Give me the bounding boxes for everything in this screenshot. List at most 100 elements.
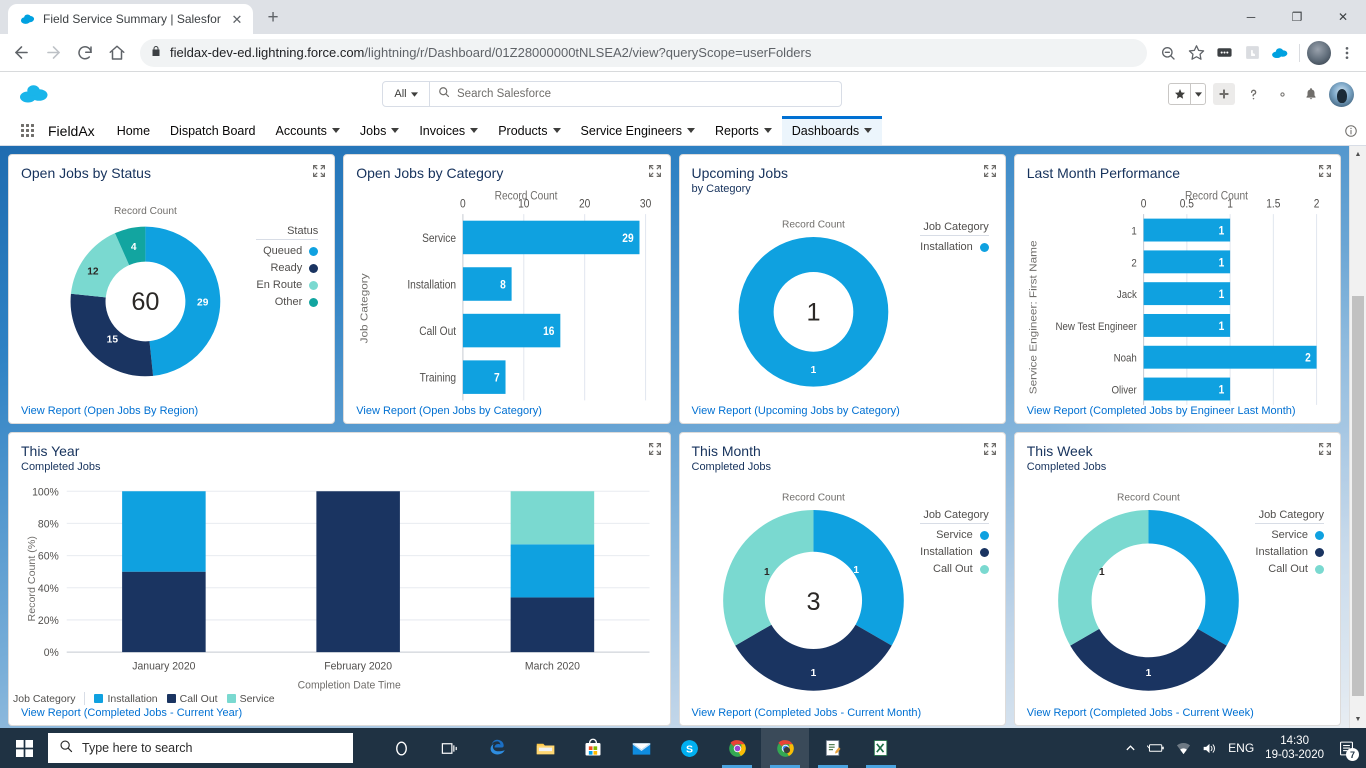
bar-segment[interactable]	[510, 491, 595, 545]
nav-item-home[interactable]: Home	[107, 116, 160, 145]
slice-installation[interactable]	[1069, 628, 1227, 691]
chrome-canary-icon[interactable]	[713, 728, 761, 768]
help-icon[interactable]	[1242, 83, 1264, 105]
setup-gear-icon[interactable]	[1271, 83, 1293, 105]
bar-segment[interactable]	[316, 491, 400, 653]
tab-close-icon[interactable]: ✕	[229, 11, 245, 27]
legend-item[interactable]: Call Out	[920, 561, 989, 578]
task-view-icon[interactable]	[425, 728, 473, 768]
notepad-icon[interactable]	[809, 728, 857, 768]
nav-item-reports[interactable]: Reports	[705, 116, 782, 145]
browser-tab[interactable]: Field Service Summary | Salesforce ✕	[8, 4, 253, 34]
three-dot-menu-icon[interactable]	[1334, 40, 1360, 66]
star-icon[interactable]	[1183, 40, 1209, 66]
microsoft-store-icon[interactable]	[569, 728, 617, 768]
add-icon[interactable]	[1213, 83, 1235, 105]
view-report-link[interactable]: View Report (Completed Jobs by Engineer …	[1027, 405, 1296, 417]
dashboard-card-upcoming-jobs[interactable]: Upcoming Jobs by Category Record Count 1…	[678, 154, 1006, 424]
salesforce-extension-icon[interactable]	[1267, 40, 1293, 66]
forward-arrow-icon[interactable]	[38, 38, 68, 68]
notifications-icon[interactable]: 7	[1335, 737, 1359, 761]
nav-item-invoices[interactable]: Invoices	[409, 116, 488, 145]
nav-item-dashboards[interactable]: Dashboards	[781, 116, 883, 145]
view-report-link[interactable]: View Report (Completed Jobs - Current Mo…	[692, 707, 922, 719]
legend-item[interactable]: Service	[1255, 527, 1324, 544]
cortana-icon[interactable]	[377, 728, 425, 768]
excel-icon[interactable]	[857, 728, 905, 768]
legend-item[interactable]: Installation	[920, 544, 989, 561]
expand-icon[interactable]	[648, 442, 661, 455]
nav-item-jobs[interactable]: Jobs	[350, 116, 409, 145]
global-search[interactable]: All Search Salesforce	[382, 81, 842, 107]
bar-segment[interactable]	[510, 597, 595, 653]
start-button[interactable]	[0, 728, 48, 768]
legend-item[interactable]: Installation	[920, 239, 989, 256]
legend-item[interactable]: Call Out	[166, 693, 218, 705]
taskbar-search-input[interactable]: Type here to search	[48, 733, 353, 763]
expand-icon[interactable]	[983, 164, 996, 177]
tray-expand-icon[interactable]	[1125, 743, 1136, 754]
dashboard-card-this-month[interactable]: This Month Completed Jobs Record Count 1…	[678, 432, 1006, 726]
bar[interactable]	[1143, 345, 1317, 369]
favorites-control[interactable]	[1168, 83, 1206, 105]
dashboard-card-this-year[interactable]: This Year Completed Jobs Record Count (%…	[8, 432, 671, 726]
battery-icon[interactable]	[1147, 742, 1165, 754]
slice-service[interactable]	[1148, 510, 1239, 646]
view-report-link[interactable]: View Report (Completed Jobs - Current Ye…	[21, 707, 242, 719]
close-window-button[interactable]: ✕	[1320, 0, 1366, 34]
bar[interactable]	[1143, 313, 1230, 337]
notifications-bell-icon[interactable]	[1300, 83, 1322, 105]
favorites-star-icon[interactable]	[1169, 84, 1190, 104]
wifi-icon[interactable]	[1176, 742, 1191, 755]
clock[interactable]: 14:30 19-03-2020	[1265, 734, 1324, 762]
app-launcher-icon[interactable]	[10, 116, 44, 145]
expand-icon[interactable]	[648, 164, 661, 177]
dashboard-card-this-week[interactable]: This Week Completed Jobs Record Count 1 …	[1013, 432, 1341, 726]
legend-item[interactable]: Installation	[94, 693, 158, 705]
view-report-link[interactable]: View Report (Upcoming Jobs by Category)	[692, 405, 900, 417]
vertical-scrollbar[interactable]: ▲ ▼	[1349, 146, 1366, 728]
mail-icon[interactable]	[617, 728, 665, 768]
file-explorer-icon[interactable]	[521, 728, 569, 768]
bar[interactable]	[1143, 218, 1230, 242]
legend-item[interactable]: En Route	[256, 277, 319, 294]
nav-item-dispatch-board[interactable]: Dispatch Board	[160, 116, 265, 145]
bar[interactable]	[463, 220, 640, 255]
back-arrow-icon[interactable]	[6, 38, 36, 68]
zoom-out-icon[interactable]	[1155, 40, 1181, 66]
legend-item[interactable]: Service	[226, 693, 275, 705]
dashboard-card-open-jobs-by-status[interactable]: Open Jobs by Status Record Count 29 15 1…	[8, 154, 336, 424]
nav-item-service-engineers[interactable]: Service Engineers	[571, 116, 705, 145]
scroll-up-arrow-icon[interactable]: ▲	[1350, 146, 1366, 163]
minimize-window-button[interactable]: ─	[1228, 0, 1274, 34]
bar[interactable]	[1143, 377, 1230, 401]
legend-item[interactable]: Installation	[1255, 544, 1324, 561]
language-indicator[interactable]: ENG	[1228, 741, 1254, 755]
maximize-window-button[interactable]: ❐	[1274, 0, 1320, 34]
search-scope-dropdown[interactable]: All	[382, 81, 430, 107]
favorites-dropdown-icon[interactable]	[1190, 84, 1205, 104]
address-bar[interactable]: fieldax-dev-ed.lightning.force.com/light…	[140, 38, 1147, 67]
dashboard-card-open-jobs-by-category[interactable]: Open Jobs by Category Record Count Job C…	[343, 154, 671, 424]
view-report-link[interactable]: View Report (Open Jobs By Region)	[21, 405, 198, 417]
legend-item[interactable]: Queued	[256, 243, 319, 260]
expand-icon[interactable]	[1319, 442, 1331, 455]
scrollbar-thumb[interactable]	[1352, 296, 1364, 696]
user-avatar[interactable]	[1329, 81, 1354, 107]
view-report-link[interactable]: View Report (Open Jobs by Category)	[356, 405, 542, 417]
legend-item[interactable]: Service	[920, 527, 989, 544]
search-input[interactable]: Search Salesforce	[430, 81, 842, 107]
expand-icon[interactable]	[983, 442, 996, 455]
legend-item[interactable]: Call Out	[1255, 561, 1324, 578]
navbar-more-icon[interactable]	[1344, 116, 1366, 145]
bar-segment[interactable]	[510, 544, 595, 598]
bar-segment[interactable]	[122, 491, 206, 572]
chrome-profile-avatar[interactable]	[1306, 40, 1332, 66]
slice-installation[interactable]	[734, 624, 892, 691]
expand-icon[interactable]	[313, 164, 326, 177]
dashboard-card-last-month-performance[interactable]: Last Month Performance Record Count Serv…	[1013, 154, 1341, 424]
chrome-icon[interactable]	[761, 728, 809, 768]
volume-icon[interactable]	[1202, 742, 1217, 755]
scroll-down-arrow-icon[interactable]: ▼	[1350, 711, 1366, 728]
extension-icon[interactable]	[1211, 40, 1237, 66]
